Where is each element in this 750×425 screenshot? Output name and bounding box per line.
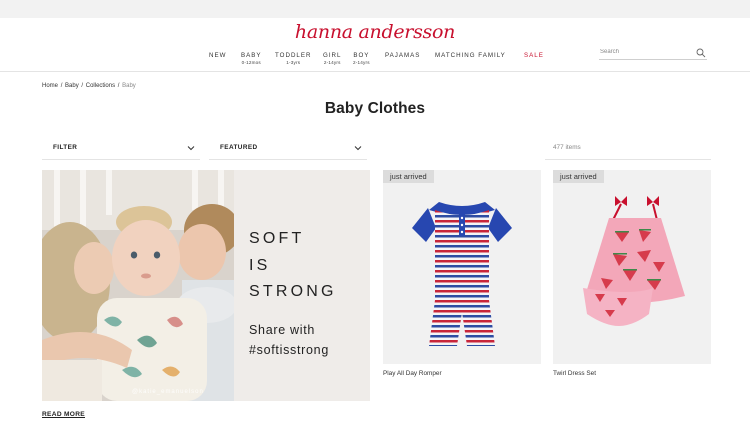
nav-girl[interactable]: GIRL 2-14yrs — [323, 52, 341, 65]
breadcrumb-collections[interactable]: Collections — [86, 83, 115, 89]
sort-label: FEATURED — [220, 144, 258, 151]
hero-share-text: Share with #softisstrong — [249, 321, 329, 360]
item-count: 477 items — [553, 144, 581, 151]
product-name-twirl-dress[interactable]: Twirl Dress Set — [553, 370, 596, 377]
hero-hashtag: #softisstrong — [249, 342, 329, 357]
page-title: Baby Clothes — [324, 100, 426, 117]
nav-new[interactable]: NEW — [209, 52, 226, 60]
breadcrumb-baby[interactable]: Baby — [65, 83, 79, 89]
read-more-link[interactable]: READ MORE — [42, 411, 85, 418]
hero-line-3: STRONG — [249, 283, 337, 300]
main-nav: NEW BABY 0-12mos TODDLER 1-3yrs GIRL 2-14yr… — [0, 52, 750, 70]
breadcrumb-home[interactable]: Home — [42, 83, 58, 89]
nav-sale[interactable]: SALE — [524, 52, 544, 60]
hero-share-line-1: Share with — [249, 323, 316, 337]
breadcrumb-separator: / — [81, 83, 84, 89]
hero-family-photo — [42, 170, 234, 401]
filter-dropdown[interactable]: FILTER — [42, 140, 200, 160]
nav-toddler[interactable]: TODDLER 1-3yrs — [275, 52, 311, 65]
hero-line-2: IS — [249, 256, 271, 274]
photo-credit: @katie_emanuelson — [132, 389, 204, 395]
chevron-down-icon — [187, 146, 195, 151]
item-count-bar: 477 items — [545, 140, 711, 160]
just-arrived-badge: just arrived — [553, 170, 604, 183]
nav-pajamas[interactable]: PAJAMAS — [385, 52, 420, 60]
top-utility-bar — [0, 0, 750, 18]
product-card-romper[interactable]: just arrived — [383, 170, 541, 364]
breadcrumb-current: Baby — [122, 83, 136, 89]
product-card-twirl-dress[interactable]: just arrived — [553, 170, 711, 364]
hero-headline: SOFT IS STRONG — [249, 226, 337, 306]
product-image-twirl-dress — [583, 196, 685, 326]
sort-dropdown[interactable]: FEATURED — [209, 140, 367, 160]
filter-label: FILTER — [53, 144, 78, 151]
breadcrumb-separator: / — [60, 83, 63, 89]
hero-promo[interactable]: SOFT IS STRONG Share with #softisstrong … — [42, 170, 370, 401]
just-arrived-badge: just arrived — [383, 170, 434, 183]
nav-baby[interactable]: BABY 0-12mos — [241, 52, 262, 65]
product-name-romper[interactable]: Play All Day Romper — [383, 370, 442, 377]
breadcrumb-separator: / — [117, 83, 120, 89]
product-image-romper — [412, 202, 512, 346]
nav-boy[interactable]: BOY 2-14yrs — [353, 52, 370, 65]
nav-matching-family[interactable]: MATCHING FAMILY — [435, 52, 506, 60]
breadcrumb: Home / Baby / Collections / Baby — [42, 83, 136, 89]
chevron-down-icon — [354, 146, 362, 151]
brand-logo[interactable]: hanna andersson — [0, 21, 750, 43]
hero-line-1: SOFT — [249, 230, 305, 247]
